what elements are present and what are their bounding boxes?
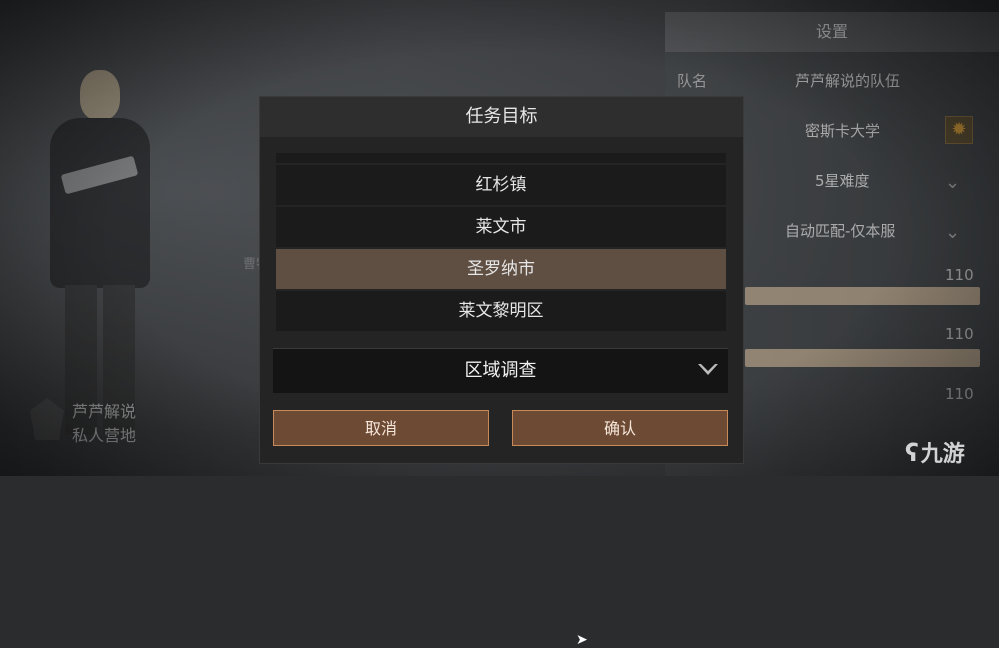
mission-objective-dialog: 任务目标 红杉镇 红杉镇 莱文市 圣罗纳市 莱文黎明区 区域调查 ➤ 取消 确认 xyxy=(259,96,744,648)
team-name-label: 队名 xyxy=(677,72,708,90)
list-item[interactable]: 红杉镇 xyxy=(276,165,726,205)
list-item[interactable]: 莱文黎明区 xyxy=(276,291,726,331)
slider[interactable] xyxy=(745,287,980,305)
watermark: ʕ九游 xyxy=(905,436,965,468)
watermark-text: 九游 xyxy=(920,442,965,467)
settings-title: 设置 xyxy=(665,12,999,52)
gear-icon[interactable]: ✹ xyxy=(945,116,973,144)
team-name-value[interactable]: 芦芦解说的队伍 xyxy=(795,70,900,91)
player-info: 芦芦解说 私人营地 xyxy=(30,396,190,446)
jiuyou-logo-icon: ʕ xyxy=(905,439,919,467)
mouse-cursor-icon: ➤ xyxy=(576,632,588,648)
chevron-down-icon[interactable]: ⌄ xyxy=(945,222,960,243)
slider-value: 110 xyxy=(945,266,974,284)
list-item-selected[interactable]: 圣罗纳市 xyxy=(276,249,726,289)
list-item[interactable]: 莱文市 xyxy=(276,207,726,247)
slider-value: 110 xyxy=(945,325,974,343)
player-emblem-icon xyxy=(30,398,64,440)
slider[interactable] xyxy=(745,349,980,367)
list-item[interactable]: 红杉镇 xyxy=(276,153,726,163)
chevron-down-icon[interactable] xyxy=(698,364,718,375)
player-character xyxy=(20,70,180,440)
difficulty-select[interactable]: 5星难度 xyxy=(815,170,870,191)
slider-value: 110 xyxy=(945,385,974,403)
confirm-button[interactable]: 确认 xyxy=(512,410,728,446)
dialog-title: 任务目标 xyxy=(260,97,743,137)
character-body xyxy=(50,118,150,288)
dropdown-value: 区域调查 xyxy=(464,360,537,381)
location-value[interactable]: 密斯卡大学 xyxy=(805,120,880,141)
objective-type-dropdown[interactable]: 区域调查 ➤ xyxy=(273,348,728,648)
player-camp: 私人营地 xyxy=(72,426,137,445)
character-head xyxy=(80,70,120,120)
chevron-down-icon[interactable]: ⌄ xyxy=(945,172,960,193)
cancel-button[interactable]: 取消 xyxy=(273,410,489,446)
matchmaking-select[interactable]: 自动匹配-仅本服 xyxy=(785,220,895,241)
player-name: 芦芦解说 xyxy=(72,402,137,421)
